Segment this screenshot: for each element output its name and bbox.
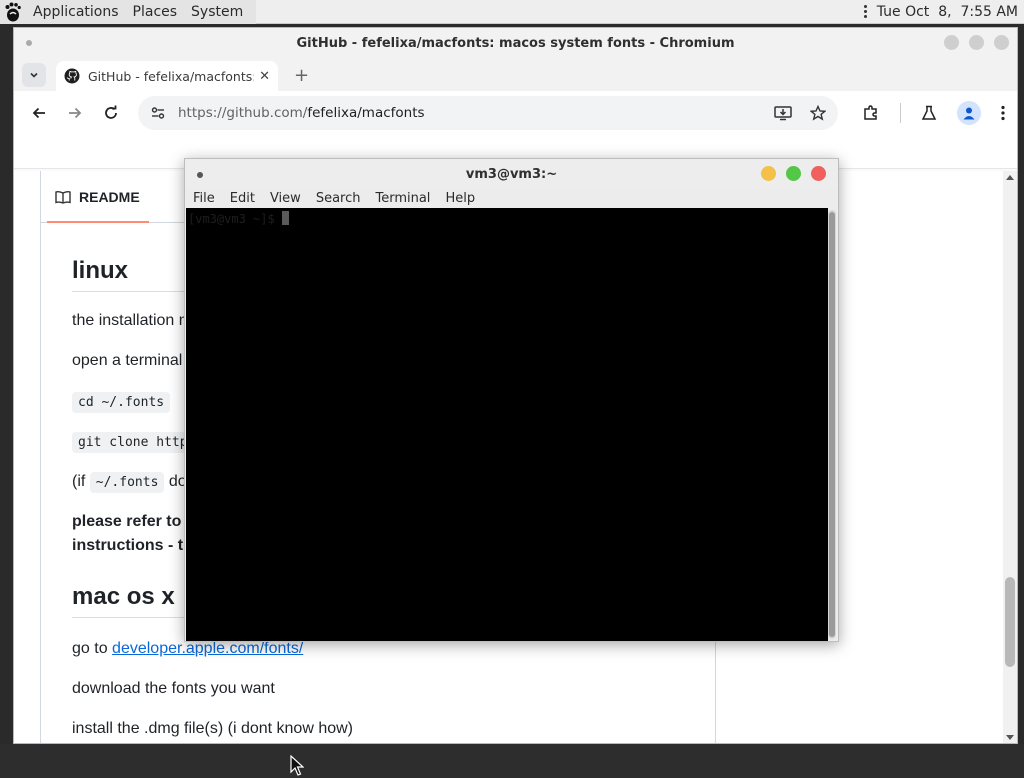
site-info-icon[interactable] — [150, 105, 166, 121]
bold-note-line1: please refer to — [72, 513, 182, 530]
clock[interactable]: Tue Oct 8, 7:55 AM — [877, 4, 1018, 20]
paragraph-install-dmg: install the .dmg file(s) (i dont know ho… — [72, 720, 353, 737]
arrow-right-icon — [69, 107, 82, 119]
browser-toolbar: https://github.com/fefelixa/macfonts — [14, 91, 1017, 135]
paragraph-goto: go to developer.apple.com/fonts/ — [72, 640, 304, 657]
extensions-icon[interactable] — [862, 104, 880, 122]
code-cd: cd ~/.fonts — [72, 392, 171, 413]
menu-applications[interactable]: Applications — [26, 0, 126, 24]
top-panel: Applications Places System Tue Oct 8, 7:… — [0, 0, 1024, 24]
paragraph-if-fonts: (if ~/.fonts do — [72, 472, 187, 493]
maximize-button[interactable] — [969, 35, 984, 50]
scroll-thumb[interactable] — [1005, 577, 1015, 667]
window-menu-icon[interactable] — [26, 40, 32, 46]
chromium-titlebar[interactable]: GitHub - fefelixa/macfonts: macos system… — [14, 28, 1017, 59]
terminal-titlebar[interactable]: vm3@vm3:~ — [185, 159, 838, 189]
terminal-maximize-button[interactable] — [786, 166, 801, 181]
person-icon — [963, 107, 975, 120]
bottom-panel — [0, 744, 1024, 778]
tab-close-icon[interactable]: ✕ — [259, 69, 270, 84]
terminal-title: vm3@vm3:~ — [465, 166, 558, 182]
kebab-menu-icon[interactable] — [861, 5, 871, 18]
mouse-pointer-icon — [290, 755, 304, 776]
reload-icon — [105, 105, 117, 119]
omnibox-actions — [774, 105, 826, 121]
terminal-prompt: [vm3@vm3 ~]$ — [188, 212, 282, 226]
window-controls — [944, 35, 1009, 50]
terminal-menubar: File Edit View Search Terminal Help — [185, 189, 838, 207]
arrow-left-icon — [32, 107, 45, 119]
toolbar-divider — [900, 103, 901, 123]
terminal-menu-help[interactable]: Help — [445, 191, 475, 206]
back-button[interactable] — [24, 98, 54, 128]
minimize-button[interactable] — [944, 35, 959, 50]
gnome-foot-icon[interactable] — [0, 0, 26, 24]
terminal-scrollbar[interactable] — [828, 210, 836, 639]
more-vert-icon[interactable] — [1001, 105, 1005, 121]
code-line-cd: cd ~/.fonts — [72, 392, 171, 413]
panel-right: Tue Oct 8, 7:55 AM — [861, 4, 1024, 20]
scroll-up-arrow-icon[interactable] — [1006, 175, 1014, 180]
panel-menu-bar: Applications Places System — [0, 0, 257, 24]
forward-button[interactable] — [60, 98, 90, 128]
star-icon[interactable] — [810, 105, 826, 121]
address-bar[interactable]: https://github.com/fefelixa/macfonts — [138, 96, 838, 130]
chevron-down-icon — [30, 72, 38, 78]
page-scrollbar[interactable] — [1003, 171, 1017, 743]
tab-github[interactable]: GitHub - fefelixa/macfonts: macos system… — [56, 61, 278, 91]
close-button[interactable] — [994, 35, 1009, 50]
terminal-menu-search[interactable]: Search — [316, 191, 361, 206]
readme-tab-underline — [47, 221, 149, 223]
readme-tab-label: README — [79, 188, 140, 205]
text-cursor — [281, 211, 289, 225]
github-icon — [64, 68, 80, 84]
terminal-prompt-line: [vm3@vm3 ~]$ — [186, 208, 828, 229]
labs-flask-icon[interactable] — [921, 105, 937, 121]
chromium-window-title: GitHub - fefelixa/macfonts: macos system… — [296, 36, 735, 51]
reload-button[interactable] — [96, 98, 126, 128]
new-tab-button[interactable]: + — [294, 65, 309, 86]
window-menu-icon[interactable] — [197, 172, 203, 178]
tab-title: GitHub - fefelixa/macfonts: macos system… — [88, 68, 254, 84]
tab-strip: GitHub - fefelixa/macfonts: macos system… — [14, 59, 1017, 91]
paragraph-download: download the fonts you want — [72, 680, 275, 697]
terminal-scroll-thumb[interactable] — [829, 212, 835, 637]
profile-avatar[interactable] — [957, 101, 981, 125]
menu-system[interactable]: System — [184, 0, 250, 24]
menu-places[interactable]: Places — [126, 0, 185, 24]
terminal-minimize-button[interactable] — [761, 166, 776, 181]
terminal-screen[interactable]: [vm3@vm3 ~]$ — [186, 208, 828, 641]
code-fonts-dir: ~/.fonts — [89, 472, 165, 493]
book-icon — [55, 190, 71, 204]
terminal-close-button[interactable] — [811, 166, 826, 181]
terminal-window-controls — [761, 166, 826, 181]
install-app-icon[interactable] — [774, 105, 792, 121]
url-text[interactable]: https://github.com/fefelixa/macfonts — [178, 105, 425, 121]
terminal-menu-file[interactable]: File — [193, 191, 215, 206]
toolbar-icons — [862, 101, 1005, 125]
link-developer-apple-fonts[interactable]: developer.apple.com/fonts/ — [112, 640, 303, 657]
tab-search-button[interactable] — [22, 63, 46, 87]
bold-note-line2: instructions - th — [72, 537, 193, 554]
scroll-down-arrow-icon[interactable] — [1006, 735, 1014, 740]
terminal-menu-terminal[interactable]: Terminal — [375, 191, 430, 206]
terminal-menu-view[interactable]: View — [270, 191, 301, 206]
terminal-window: vm3@vm3:~ File Edit View Search Terminal… — [184, 158, 839, 642]
terminal-menu-edit[interactable]: Edit — [230, 191, 255, 206]
